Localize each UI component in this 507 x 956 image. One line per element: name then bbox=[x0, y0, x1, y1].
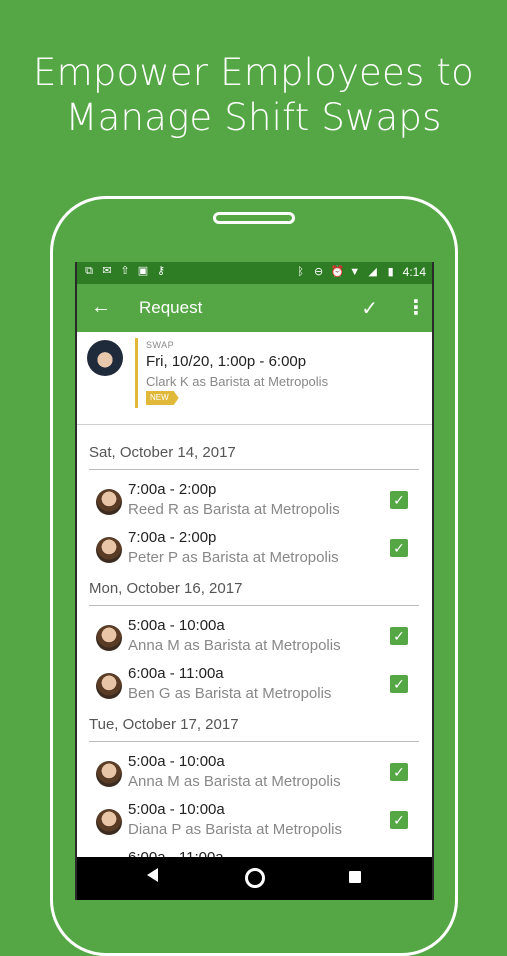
dnd-icon: ⊖ bbox=[314, 266, 324, 278]
day-date: Tue, October 17, 2017 bbox=[89, 716, 239, 733]
shift-time: 7:00a - 2:00p bbox=[128, 529, 217, 546]
shift-checkbox[interactable]: ✓ bbox=[390, 811, 408, 829]
more-options-icon[interactable]: ⋮ bbox=[406, 295, 426, 320]
day-header: Sat, October 14, 2017 bbox=[89, 424, 419, 470]
cast-icon: ⧉ bbox=[85, 265, 93, 277]
swap-label: SWAP bbox=[146, 340, 175, 350]
swap-time: Fri, 10/20, 1:00p - 6:00p bbox=[146, 353, 307, 370]
avatar bbox=[96, 625, 122, 651]
approve-check-icon[interactable]: ✓ bbox=[361, 296, 378, 321]
avatar bbox=[96, 489, 122, 515]
gmail-icon: ✉ bbox=[102, 265, 112, 277]
key-icon: ⚷ bbox=[156, 265, 166, 277]
headline: Empower Employees to Manage Shift Swaps bbox=[0, 50, 507, 140]
shift-checkbox[interactable]: ✓ bbox=[390, 675, 408, 693]
alarm-icon: ⏰ bbox=[330, 266, 345, 278]
swap-accent-bar bbox=[135, 338, 138, 408]
day-date: Mon, October 16, 2017 bbox=[89, 580, 243, 597]
status-time: 4:14 bbox=[402, 265, 426, 279]
app-bar: ← Request ✓ ⋮ bbox=[77, 284, 432, 332]
shift-checkbox[interactable]: ✓ bbox=[390, 627, 408, 645]
shift-time: 6:00a - 11:00a bbox=[128, 665, 224, 682]
day-date: Sat, October 14, 2017 bbox=[89, 444, 236, 461]
day-header: Mon, October 16, 2017 bbox=[89, 560, 419, 606]
list-item[interactable]: 5:00a - 10:00a Anna M as Barista at Metr… bbox=[77, 748, 432, 796]
list-item[interactable]: 7:00a - 2:00p Reed R as Barista at Metro… bbox=[77, 476, 432, 524]
status-bar: ⧉ ✉ ⇧ ▣ ⚷ ᛒ ⊖ ⏰ ▼ ◢ ▮ 4:14 bbox=[77, 262, 432, 284]
shift-time: 5:00a - 10:00a bbox=[128, 753, 225, 770]
shift-time: 7:00a - 2:00p bbox=[128, 481, 217, 498]
android-nav-bar bbox=[77, 857, 432, 900]
avatar bbox=[96, 809, 122, 835]
headline-line-1: Empower Employees to bbox=[33, 51, 474, 94]
shift-detail: Anna M as Barista at Metropolis bbox=[128, 637, 341, 654]
list-item[interactable]: 5:00a - 10:00a Anna M as Barista at Metr… bbox=[77, 612, 432, 660]
phone-screen: ⧉ ✉ ⇧ ▣ ⚷ ᛒ ⊖ ⏰ ▼ ◢ ▮ 4:14 ← Request ✓ ⋮… bbox=[75, 262, 434, 900]
shift-checkbox[interactable]: ✓ bbox=[390, 539, 408, 557]
list-item[interactable]: 5:00a - 10:00a Diana P as Barista at Met… bbox=[77, 796, 432, 844]
back-arrow-icon[interactable]: ← bbox=[89, 296, 113, 319]
shift-checkbox[interactable]: ✓ bbox=[390, 491, 408, 509]
shift-detail: Reed R as Barista at Metropolis bbox=[128, 501, 340, 518]
phone-speaker bbox=[213, 212, 295, 224]
nav-recents-icon[interactable] bbox=[349, 871, 361, 883]
shift-detail: Diana P as Barista at Metropolis bbox=[128, 821, 342, 838]
shift-detail: Anna M as Barista at Metropolis bbox=[128, 773, 341, 790]
nav-back-icon[interactable] bbox=[147, 868, 158, 882]
headline-line-2: Manage Shift Swaps bbox=[65, 96, 442, 139]
day-header: Tue, October 17, 2017 bbox=[89, 696, 419, 742]
signal-icon: ◢ bbox=[368, 266, 377, 278]
avatar bbox=[87, 340, 123, 376]
shift-time: 5:00a - 10:00a bbox=[128, 801, 225, 818]
page-title: Request bbox=[139, 298, 203, 317]
nav-home-icon[interactable] bbox=[245, 868, 265, 888]
bluetooth-icon: ᛒ bbox=[297, 266, 304, 278]
shift-checkbox[interactable]: ✓ bbox=[390, 763, 408, 781]
battery-icon: ▮ bbox=[387, 266, 394, 278]
avatar bbox=[96, 761, 122, 787]
shift-time: 5:00a - 10:00a bbox=[128, 617, 225, 634]
status-badge: NEW bbox=[146, 391, 179, 405]
swap-subtitle: Clark K as Barista at Metropolis bbox=[146, 374, 329, 389]
image-icon: ▣ bbox=[137, 265, 149, 277]
upload-icon: ⇧ bbox=[120, 265, 130, 277]
swap-request-card: SWAP Fri, 10/20, 1:00p - 6:00p Clark K a… bbox=[77, 332, 432, 425]
wifi-icon: ▼ bbox=[349, 266, 361, 278]
